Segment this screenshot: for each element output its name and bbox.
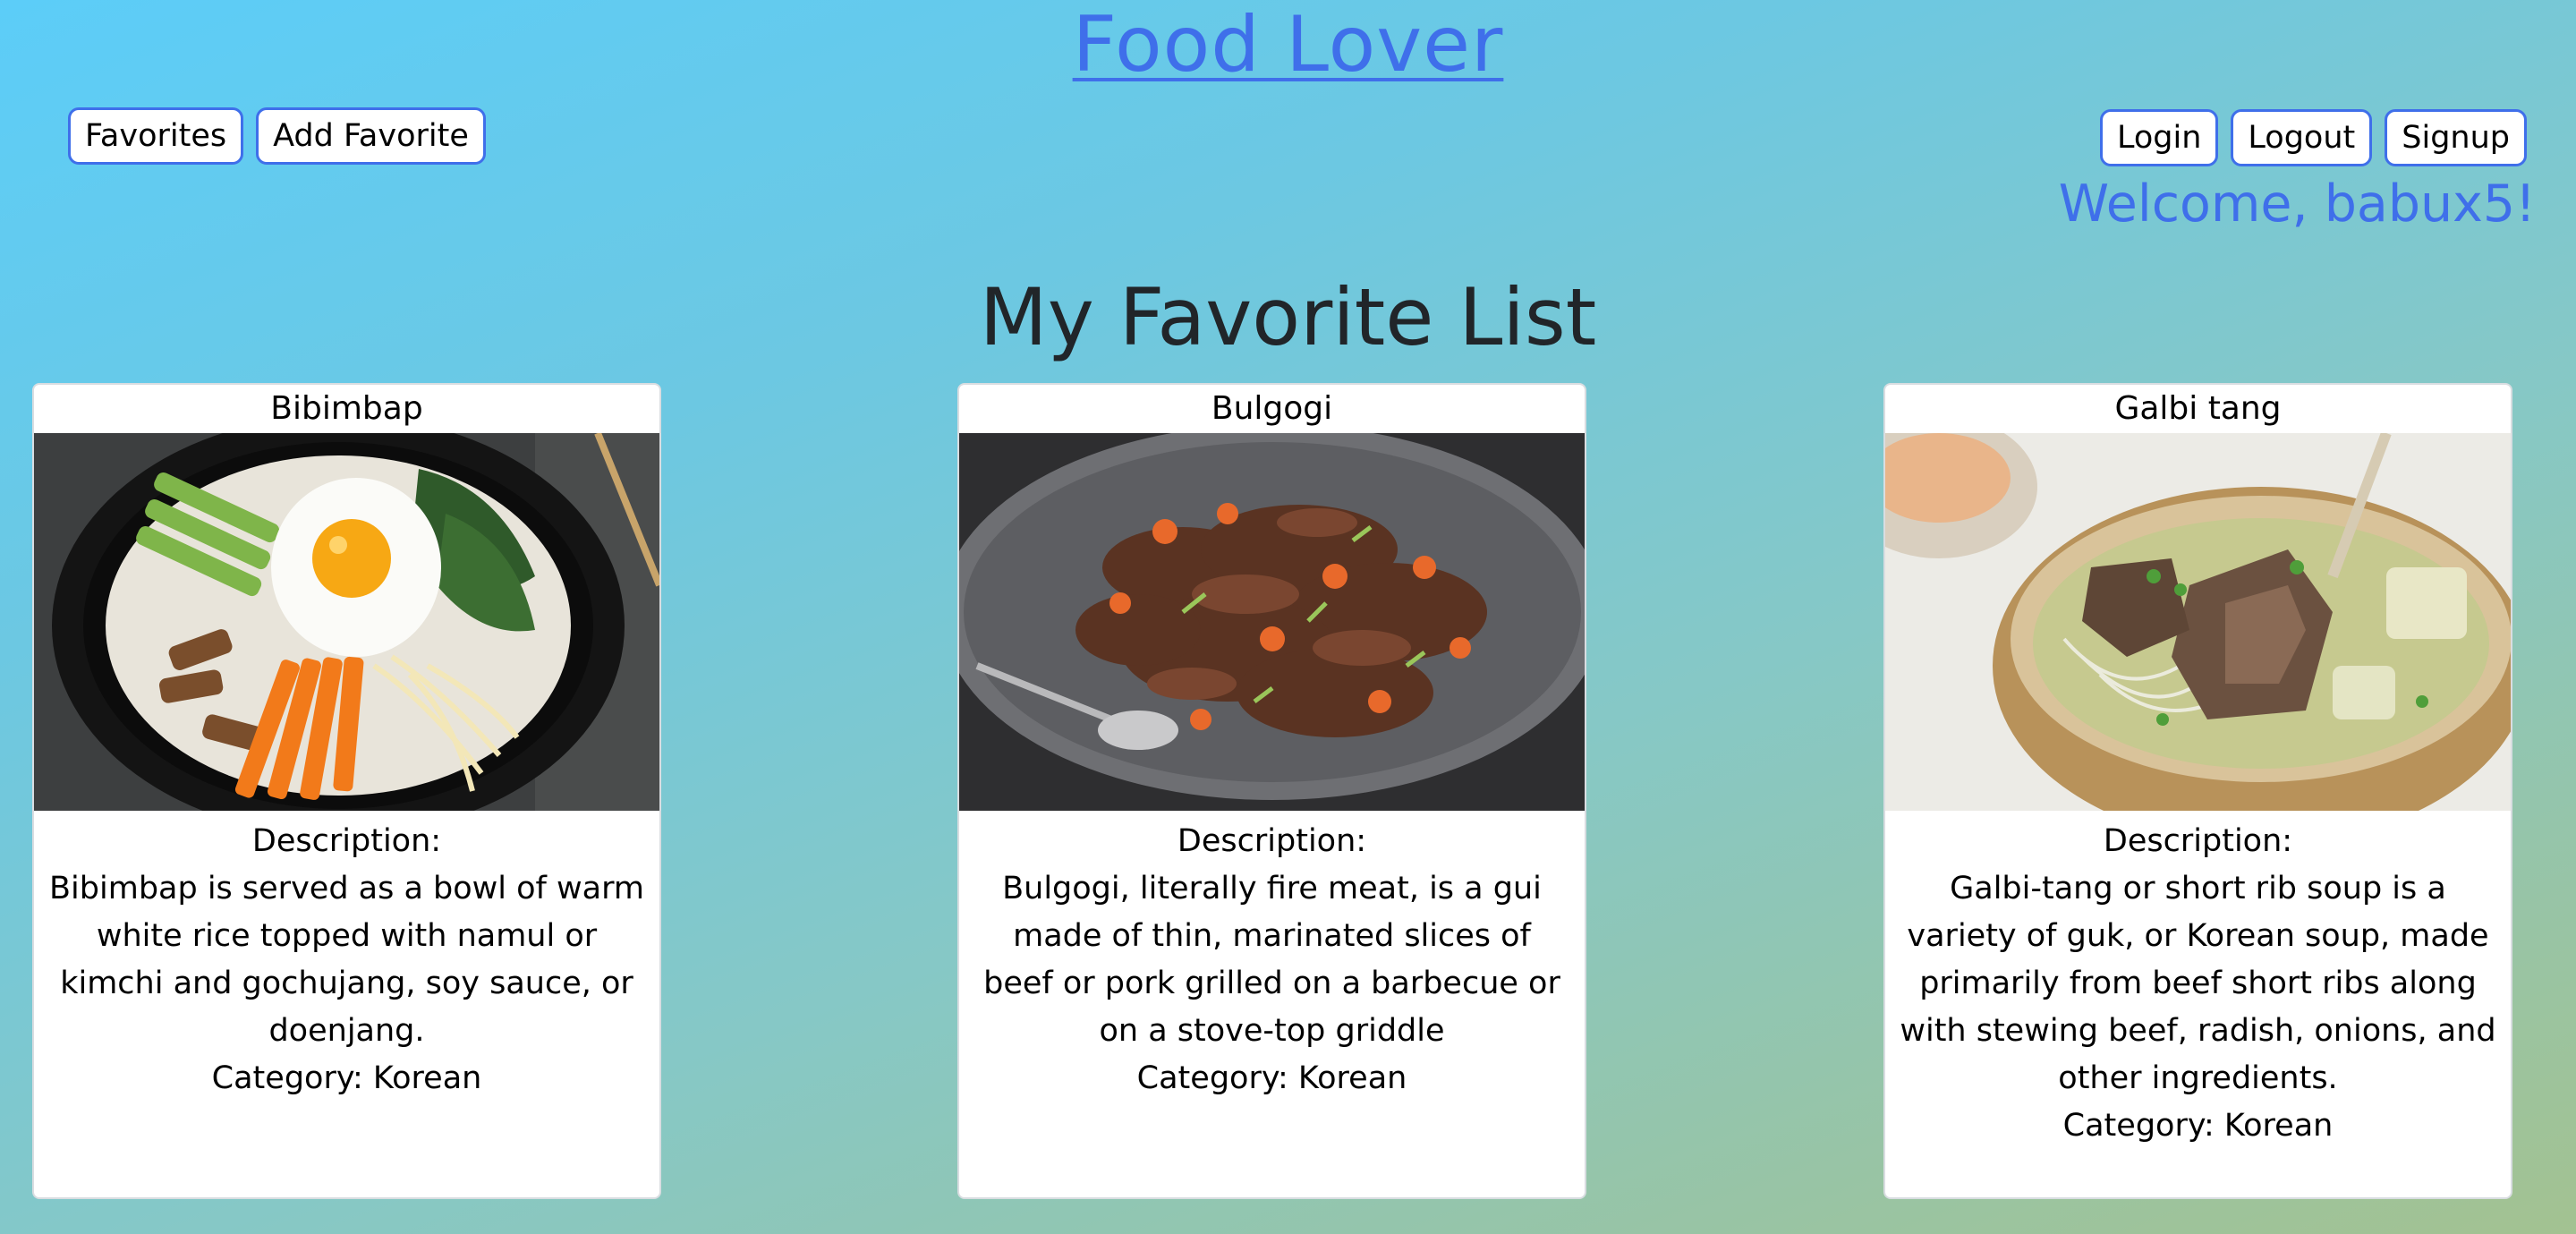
site-header: Food Lover xyxy=(0,0,2576,89)
left-nav: Favorites Add Favorite xyxy=(68,107,486,165)
signup-button[interactable]: Signup xyxy=(2385,109,2527,166)
description-label: Description: xyxy=(1177,823,1367,859)
site-title-link[interactable]: Food Lover xyxy=(1073,0,1504,89)
favorite-card: Bibimbap Description: Bibimbap is served… xyxy=(32,383,661,1199)
welcome-message: Welcome, babux5! xyxy=(2058,174,2536,234)
card-title: Bibimbap xyxy=(270,390,423,427)
galbi-tang-image xyxy=(1885,433,2511,811)
favorite-card: Bulgogi Description: Bulgogi, literally … xyxy=(957,383,1586,1199)
bulgogi-image xyxy=(959,433,1585,811)
description-label: Description: xyxy=(2103,823,2293,859)
favorite-card: Galbi tang Description: Galbi-tang or sh… xyxy=(1883,383,2512,1199)
card-title: Galbi tang xyxy=(2114,390,2282,427)
card-body: Description: Galbi-tang or short rib sou… xyxy=(1885,811,2511,1150)
login-button[interactable]: Login xyxy=(2099,109,2219,166)
card-body: Description: Bibimbap is served as a bow… xyxy=(34,811,659,1102)
favorites-button[interactable]: Favorites xyxy=(68,107,244,165)
description-text: Bibimbap is served as a bowl of warm whi… xyxy=(49,871,644,1049)
description-label: Description: xyxy=(251,823,442,859)
category-text: Category: Korean xyxy=(211,1060,482,1096)
description-text: Bulgogi, literally fire meat, is a gui m… xyxy=(983,871,1560,1049)
bibimbap-image xyxy=(34,433,659,811)
category-text: Category: Korean xyxy=(2062,1108,2334,1144)
description-text: Galbi-tang or short rib soup is a variet… xyxy=(1900,871,2496,1096)
card-title: Bulgogi xyxy=(1211,390,1333,427)
category-text: Category: Korean xyxy=(1136,1060,1407,1096)
add-favorite-button[interactable]: Add Favorite xyxy=(256,107,486,165)
logout-button[interactable]: Logout xyxy=(2231,109,2373,166)
page-title: My Favorite List xyxy=(979,271,1597,363)
card-body: Description: Bulgogi, literally fire mea… xyxy=(959,811,1585,1102)
right-nav: Login Logout Signup xyxy=(2099,109,2527,166)
